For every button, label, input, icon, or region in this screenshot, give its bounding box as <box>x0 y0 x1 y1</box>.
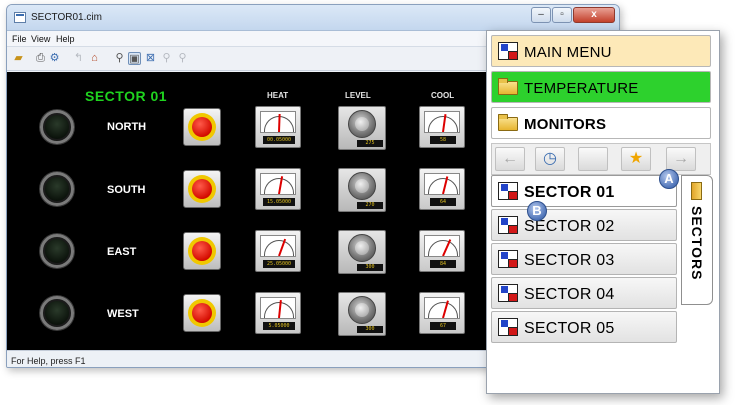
zoom-area-icon[interactable]: ⊠ <box>144 52 157 65</box>
level-column-header: LEVEL <box>345 91 371 100</box>
zone-label-east: EAST <box>107 246 137 258</box>
maximize-button[interactable]: ▫ <box>552 7 572 23</box>
sectors-tab[interactable]: SECTORS <box>681 175 713 305</box>
menu-icon <box>498 284 518 302</box>
zone-label-west: WEST <box>107 308 139 320</box>
back-arrow-icon[interactable]: ← <box>495 147 525 171</box>
zone-label-north: NORTH <box>107 121 147 133</box>
sector-label-01: SECTOR 01 <box>524 184 615 201</box>
folder-icon <box>498 114 518 131</box>
status-lamp-west <box>40 296 74 330</box>
heat-reading-west: 5.05000 <box>263 322 295 330</box>
menu-view[interactable]: View <box>31 34 50 44</box>
window-title: SECTOR01.cim <box>31 12 102 23</box>
sector-item-03[interactable]: SECTOR 03 <box>491 243 677 275</box>
status-lamp-east <box>40 234 74 268</box>
screenshot-stage: SECTOR01.cim – ▫ x File View Help ▰ ⎙ ⚙ … <box>0 0 735 405</box>
close-button[interactable]: x <box>573 7 615 23</box>
sector-title: SECTOR 01 <box>85 88 168 104</box>
cool-reading-east: 84 <box>430 260 456 268</box>
heat-reading-south: 15.05000 <box>263 198 295 206</box>
temperature-label: TEMPERATURE <box>524 80 639 97</box>
heat-column-header: HEAT <box>267 91 289 100</box>
level-dial-east: 300 <box>338 230 386 274</box>
sector-item-02[interactable]: SECTOR 02 <box>491 209 677 241</box>
level-reading-north: 275 <box>357 140 383 147</box>
cool-reading-north: 58 <box>430 136 456 144</box>
menu-icon <box>498 318 518 336</box>
main-menu-button[interactable]: MAIN MENU <box>491 35 711 67</box>
heat-reading-north: 00.05000 <box>263 136 295 144</box>
heat-gauge-west: 5.05000 <box>255 292 301 334</box>
sector-item-04[interactable]: SECTOR 04 <box>491 277 677 309</box>
pushbutton-south[interactable] <box>183 170 221 208</box>
level-reading-south: 270 <box>357 202 383 209</box>
favorite-star-icon[interactable]: ★ <box>621 147 651 171</box>
monitors-button[interactable]: MONITORS <box>491 107 711 139</box>
status-lamp-south <box>40 172 74 206</box>
heat-reading-east: 25.05000 <box>263 260 295 268</box>
pushbutton-west[interactable] <box>183 294 221 332</box>
cool-gauge-west: 67 <box>419 292 465 334</box>
status-lamp-north <box>40 110 74 144</box>
print-icon[interactable]: ⎙ <box>34 52 47 65</box>
title-bar[interactable]: SECTOR01.cim – ▫ x <box>7 5 619 31</box>
menu-help[interactable]: Help <box>56 34 75 44</box>
sector-label-04: SECTOR 04 <box>524 286 615 303</box>
pushbutton-north[interactable] <box>183 108 221 146</box>
sector-item-01[interactable]: SECTOR 01 <box>491 175 677 207</box>
level-dial-south: 270 <box>338 168 386 212</box>
navigation-button-bar: ← ◷ ★ → <box>491 143 711 175</box>
open-folder-icon[interactable]: ▰ <box>12 52 25 65</box>
zoom-fit-icon[interactable]: ▣ <box>128 52 141 65</box>
cool-reading-west: 67 <box>430 322 456 330</box>
sector-item-05[interactable]: SECTOR 05 <box>491 311 677 343</box>
temperature-button[interactable]: TEMPERATURE <box>491 71 711 103</box>
navigation-panel: MAIN MENU TEMPERATURE MONITORS ← ◷ ★ → S… <box>486 30 720 394</box>
folder-icon <box>498 78 518 95</box>
menu-icon <box>498 250 518 268</box>
minimize-button[interactable]: – <box>531 7 551 23</box>
main-menu-label: MAIN MENU <box>524 44 612 61</box>
heat-gauge-east: 25.05000 <box>255 230 301 272</box>
level-dial-north: 275 <box>338 106 386 150</box>
level-reading-east: 300 <box>357 264 383 271</box>
menu-icon <box>498 216 518 234</box>
cool-gauge-south: 64 <box>419 168 465 210</box>
zoom-icon[interactable]: ⚲ <box>113 52 126 65</box>
monitors-label: MONITORS <box>524 116 607 133</box>
cool-reading-south: 64 <box>430 198 456 206</box>
zone-label-south: SOUTH <box>107 184 146 196</box>
level-reading-west: 300 <box>357 326 383 333</box>
level-dial-west: 300 <box>338 292 386 336</box>
menu-icon <box>498 182 518 200</box>
sector-label-03: SECTOR 03 <box>524 252 615 269</box>
pushbutton-east[interactable] <box>183 232 221 270</box>
app-icon <box>14 12 26 23</box>
zoom-in-icon[interactable]: ⚲ <box>160 52 173 65</box>
back-icon[interactable]: ↰ <box>72 52 85 65</box>
history-icon[interactable]: ◷ <box>535 147 565 171</box>
bookmark-icon <box>691 182 702 200</box>
cool-gauge-north: 58 <box>419 106 465 148</box>
zoom-out-icon[interactable]: ⚲ <box>176 52 189 65</box>
menu-icon <box>498 42 518 60</box>
heat-gauge-south: 15.05000 <box>255 168 301 210</box>
callout-a: A <box>659 169 679 189</box>
sector-label-05: SECTOR 05 <box>524 320 615 337</box>
cool-column-header: COOL <box>431 91 455 100</box>
sectors-tab-label: SECTORS <box>689 206 705 281</box>
forward-arrow-icon[interactable]: → <box>666 147 696 171</box>
menu-file[interactable]: File <box>12 34 27 44</box>
home-icon[interactable]: ⌂ <box>88 52 101 65</box>
cool-gauge-east: 84 <box>419 230 465 272</box>
callout-b: B <box>527 201 547 221</box>
blank-button[interactable] <box>578 147 608 171</box>
heat-gauge-north: 00.05000 <box>255 106 301 148</box>
status-text: For Help, press F1 <box>11 356 86 366</box>
connect-icon[interactable]: ⚙ <box>48 52 61 65</box>
